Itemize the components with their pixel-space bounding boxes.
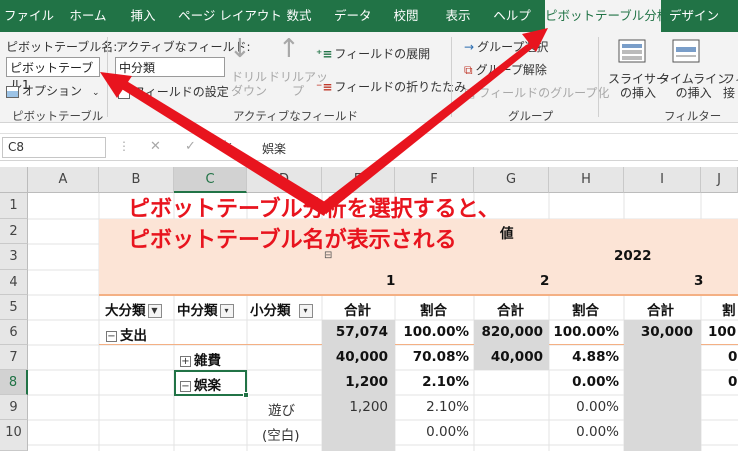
excel-window: ファイル ホーム 挿入 ページ レイアウト 数式 データ 校閲 表示 ヘルプ ピ…: [0, 0, 738, 451]
arrow-to-tab: [318, 38, 541, 214]
callout-line-2: ピボットテーブル名が表示される: [128, 228, 457, 253]
callout-line-1: ピボットテーブル分析を選択すると、: [128, 197, 500, 222]
